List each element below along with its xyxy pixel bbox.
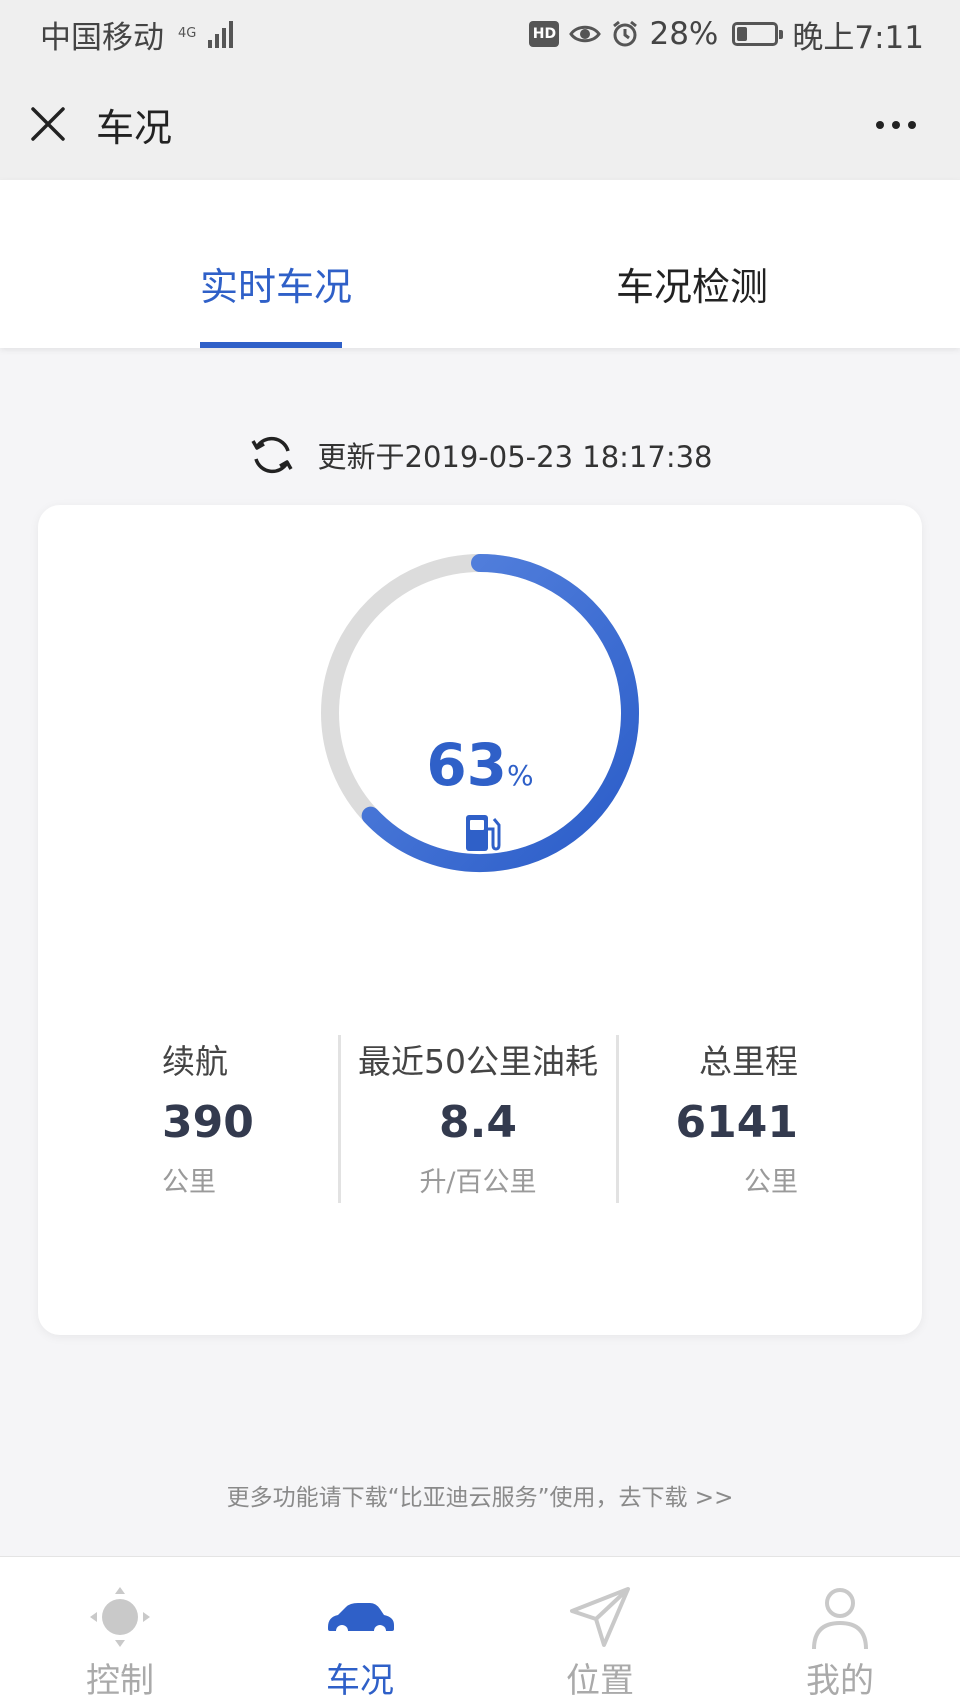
update-time: 更新于2019-05-23 18:17:38 bbox=[317, 440, 713, 474]
nav-label-car-status: 车况 bbox=[326, 1661, 394, 1701]
eye-icon bbox=[569, 25, 602, 43]
stat-total-mileage: 总里程 6141 公里 bbox=[676, 1035, 798, 1205]
stats-row: 续航 390 公里 最近50公里油耗 8.4 升/百公里 总里程 6141 公里 bbox=[38, 1035, 922, 1215]
stat-fuel-consumption-label: 最近50公里油耗 bbox=[358, 1042, 598, 1081]
stat-total-mileage-value: 6141 bbox=[675, 1097, 798, 1148]
title-bar: 车况 bbox=[0, 68, 960, 180]
more-dot-icon bbox=[908, 121, 916, 129]
stat-divider bbox=[616, 1035, 619, 1203]
battery-percent: 28% bbox=[649, 16, 719, 52]
status-right: HD 28% 晚上7:11 bbox=[529, 12, 924, 57]
nav-item-location[interactable]: 位置 bbox=[480, 1557, 720, 1706]
stat-range-value: 390 bbox=[162, 1097, 254, 1148]
page-title: 车况 bbox=[96, 105, 173, 150]
nav-label-control: 控制 bbox=[86, 1661, 154, 1701]
stat-total-mileage-label: 总里程 bbox=[699, 1042, 798, 1081]
alarm-icon bbox=[613, 20, 638, 47]
status-left: 中国移动 4G bbox=[40, 12, 234, 57]
nav-item-control[interactable]: 控制 bbox=[0, 1557, 240, 1706]
stat-range-unit: 公里 bbox=[162, 1167, 216, 1198]
network-type: 4G bbox=[178, 26, 197, 41]
status-card: 63% 续航 390 公里 最近50公里油耗 8.4 升/百公里 总里程 614… bbox=[38, 505, 922, 1335]
download-app-link[interactable]: 更多功能请下载“比亚迪云服务”使用，去下载 >> bbox=[0, 1478, 960, 1512]
tab-bar: 实时车况 车况检测 bbox=[0, 180, 960, 348]
close-button[interactable] bbox=[18, 94, 78, 154]
update-row: 更新于2019-05-23 18:17:38 bbox=[0, 425, 960, 485]
clock: 晚上7:11 bbox=[792, 19, 924, 56]
carrier-name: 中国移动 bbox=[40, 19, 164, 56]
hd-icon: HD bbox=[529, 21, 560, 47]
fuel-level-unit: % bbox=[507, 759, 534, 792]
more-dot-icon bbox=[892, 121, 900, 129]
nav-label-location: 位置 bbox=[566, 1661, 634, 1701]
close-icon bbox=[31, 107, 65, 141]
more-dot-icon bbox=[876, 121, 884, 129]
signal-icon bbox=[208, 20, 234, 48]
tab-realtime-status[interactable]: 实时车况 bbox=[200, 256, 352, 311]
car-icon bbox=[328, 1603, 394, 1637]
stat-range: 续航 390 公里 bbox=[162, 1035, 254, 1205]
tab-status-check[interactable]: 车况检测 bbox=[616, 256, 768, 311]
stat-range-label: 续航 bbox=[162, 1042, 228, 1081]
refresh-icon[interactable] bbox=[248, 431, 296, 479]
nav-item-profile[interactable]: 我的 bbox=[720, 1557, 960, 1706]
nav-item-car-status[interactable]: 车况 bbox=[240, 1557, 480, 1706]
location-icon bbox=[570, 1587, 630, 1647]
fuel-level-value: 63 bbox=[426, 731, 508, 799]
stat-fuel-consumption-unit: 升/百公里 bbox=[419, 1167, 537, 1198]
profile-icon bbox=[812, 1588, 868, 1650]
tab-active-indicator bbox=[200, 342, 342, 348]
fuel-pump-icon bbox=[466, 815, 501, 851]
stat-fuel-consumption-value: 8.4 bbox=[439, 1097, 517, 1148]
fuel-level: 63% bbox=[38, 731, 922, 799]
control-icon bbox=[90, 1587, 150, 1647]
status-bar: 中国移动 4G HD 28% 晚上7:11 bbox=[0, 0, 960, 68]
nav-label-profile: 我的 bbox=[806, 1661, 874, 1701]
battery-icon bbox=[732, 22, 784, 46]
bottom-nav: 控制 车况 位置 我的 bbox=[0, 1556, 960, 1706]
stat-total-mileage-unit: 公里 bbox=[744, 1167, 798, 1198]
more-options-button[interactable] bbox=[866, 100, 926, 150]
stat-fuel-consumption: 最近50公里油耗 8.4 升/百公里 bbox=[338, 1035, 618, 1205]
